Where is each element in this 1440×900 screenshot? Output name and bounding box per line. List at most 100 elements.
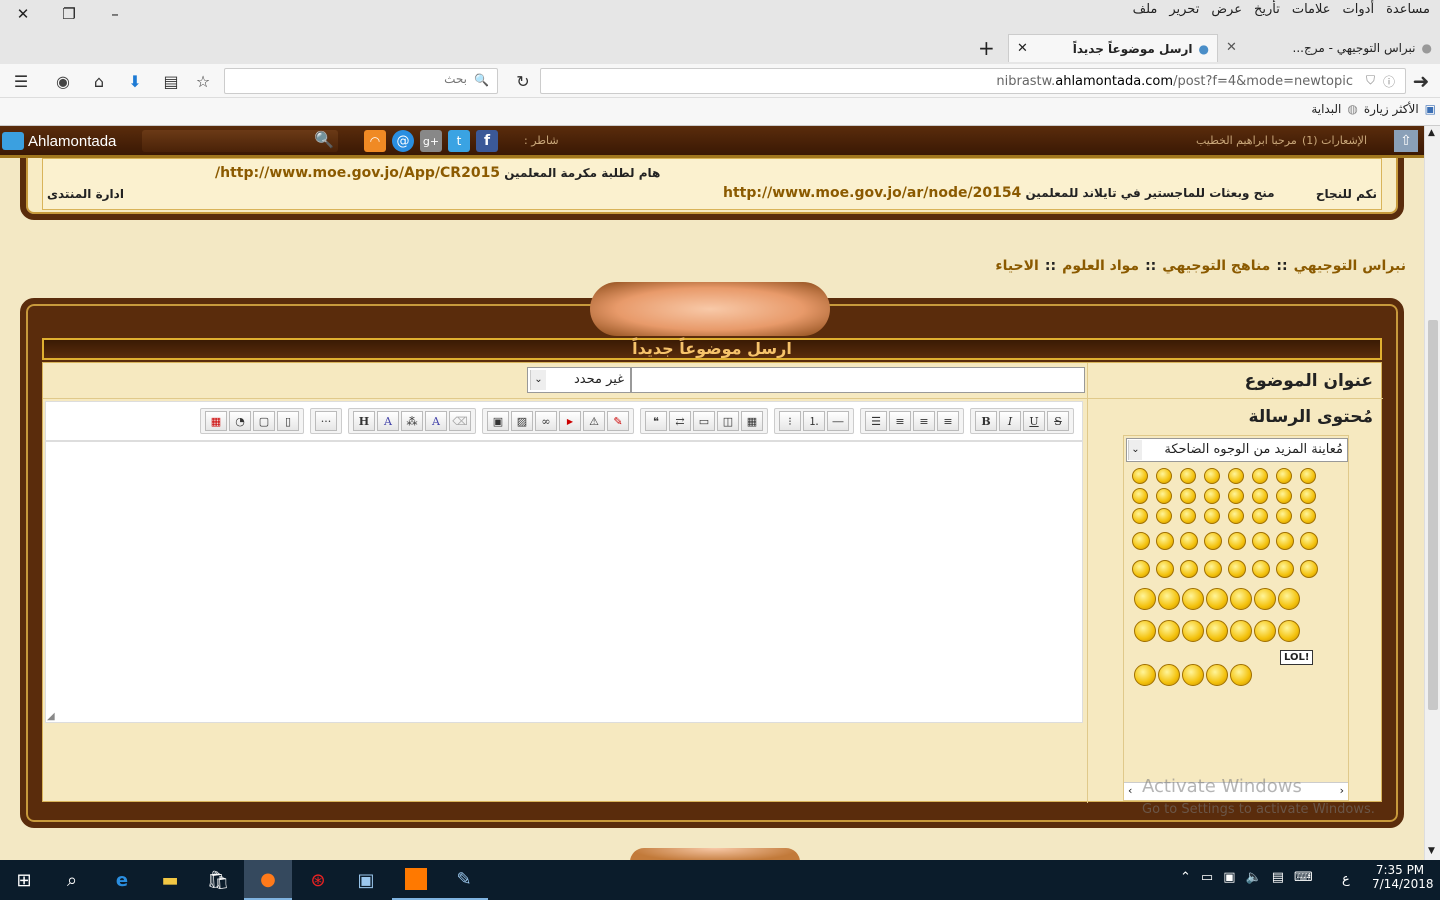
forward-icon[interactable]: ➜ bbox=[1408, 68, 1434, 94]
control-panel-icon[interactable]: ▣ bbox=[342, 860, 390, 900]
scroll-down-icon[interactable]: ▼ bbox=[1428, 846, 1435, 856]
smiley-icon[interactable] bbox=[1180, 560, 1198, 578]
font-family-icon[interactable]: A bbox=[425, 411, 447, 431]
app-red-icon[interactable]: ⊛ bbox=[294, 860, 342, 900]
close-tab-icon[interactable]: ✕ bbox=[1226, 40, 1237, 55]
smiley-icon[interactable] bbox=[1254, 588, 1276, 610]
code-icon[interactable]: ⇄ bbox=[669, 411, 691, 431]
clock[interactable]: 7:35 PM 7/14/2018 bbox=[1372, 863, 1434, 891]
google-plus-icon[interactable]: g+ bbox=[420, 130, 442, 152]
smiley-icon[interactable] bbox=[1300, 468, 1316, 484]
start-button-icon[interactable]: ⊞ bbox=[0, 860, 48, 900]
notification-center-icon[interactable]: ▤ bbox=[1272, 870, 1284, 885]
numbered-list-icon[interactable]: ⒈ bbox=[803, 411, 825, 431]
battery-icon[interactable]: ▭ bbox=[1201, 870, 1213, 885]
preview-icon[interactable]: ◔ bbox=[229, 411, 251, 431]
italic-button[interactable]: I bbox=[999, 411, 1021, 431]
smiley-icon[interactable] bbox=[1132, 532, 1150, 550]
bookmark-most-visited[interactable]: الأكثر زيارة bbox=[1364, 102, 1419, 116]
edge-icon[interactable]: e bbox=[98, 860, 146, 900]
search-box[interactable]: 🔍 bbox=[224, 68, 498, 94]
smiley-icon[interactable] bbox=[1132, 508, 1148, 524]
twitter-icon[interactable]: t bbox=[448, 130, 470, 152]
close-window-button[interactable]: ✕ bbox=[0, 0, 46, 28]
smiley-icon[interactable] bbox=[1206, 664, 1228, 686]
smiley-icon[interactable] bbox=[1180, 468, 1196, 484]
smiley-icon[interactable] bbox=[1230, 664, 1252, 686]
home-icon[interactable]: ⌂ bbox=[86, 68, 112, 94]
smiley-icon[interactable] bbox=[1254, 620, 1276, 642]
url-bar[interactable]: nibrastw.ahlamontada.com/post?f=4&mode=n… bbox=[540, 68, 1406, 94]
menu-file[interactable]: ملف bbox=[1133, 2, 1158, 24]
smiley-icon[interactable] bbox=[1228, 532, 1246, 550]
notice-link[interactable]: http://www.moe.gov.jo/ar/node/20154 bbox=[723, 185, 1021, 201]
firefox-icon[interactable]: ● bbox=[244, 860, 292, 900]
bookmark-star-icon[interactable]: ☆ bbox=[190, 68, 216, 94]
search-icon[interactable]: ⌕ bbox=[48, 860, 96, 900]
link-icon[interactable]: ∞ bbox=[535, 411, 557, 431]
smiley-icon[interactable] bbox=[1300, 508, 1316, 524]
smiley-icon[interactable] bbox=[1276, 560, 1294, 578]
horizontal-rule-icon[interactable]: ― bbox=[827, 411, 849, 431]
pocket-icon[interactable]: ◉ bbox=[50, 68, 76, 94]
smiley-icon[interactable] bbox=[1158, 588, 1180, 610]
smiley-icon[interactable] bbox=[1278, 620, 1300, 642]
orange-app-icon[interactable] bbox=[392, 860, 440, 900]
lol-sign[interactable]: LOL! bbox=[1280, 650, 1314, 665]
font-size-icon[interactable]: A bbox=[377, 411, 399, 431]
menu-icon[interactable]: ☰ bbox=[8, 68, 34, 94]
smiley-icon[interactable] bbox=[1156, 468, 1172, 484]
align-left-icon[interactable]: ≡ bbox=[937, 411, 959, 431]
smiley-icon[interactable] bbox=[1132, 488, 1148, 504]
smiley-icon[interactable] bbox=[1156, 508, 1172, 524]
prefix-select[interactable]: غير محدد ⌄ bbox=[527, 367, 631, 393]
align-right-icon[interactable]: ≡ bbox=[889, 411, 911, 431]
menu-bookmarks[interactable]: علامات bbox=[1292, 2, 1331, 24]
breadcrumb-science[interactable]: مواد العلوم bbox=[1062, 258, 1139, 274]
heading-icon[interactable]: H bbox=[353, 411, 375, 431]
smiley-icon[interactable] bbox=[1182, 588, 1204, 610]
smiley-icon[interactable] bbox=[1252, 508, 1268, 524]
subject-input[interactable] bbox=[631, 367, 1085, 393]
smiley-icon[interactable] bbox=[1228, 468, 1244, 484]
smiley-icon[interactable] bbox=[1276, 488, 1292, 504]
smiley-icon[interactable] bbox=[1134, 588, 1156, 610]
bookmark-start[interactable]: البداية bbox=[1311, 102, 1341, 116]
rss-icon[interactable]: ◠ bbox=[364, 130, 386, 152]
calendar-icon[interactable]: ▦ bbox=[205, 411, 227, 431]
smiley-icon[interactable] bbox=[1228, 488, 1244, 504]
underline-button[interactable]: U bbox=[1023, 411, 1045, 431]
hide-icon[interactable]: ◫ bbox=[717, 411, 739, 431]
smiley-icon[interactable] bbox=[1180, 488, 1196, 504]
more-icon[interactable]: ··· bbox=[315, 411, 337, 431]
smiley-icon[interactable] bbox=[1204, 508, 1220, 524]
new-tab-button[interactable]: + bbox=[978, 36, 995, 60]
smiley-icon[interactable] bbox=[1252, 532, 1270, 550]
bullet-list-icon[interactable]: ⁝ bbox=[779, 411, 801, 431]
minimize-window-button[interactable]: – bbox=[92, 0, 138, 28]
smiley-icon[interactable] bbox=[1276, 532, 1294, 550]
restore-window-button[interactable]: ❐ bbox=[46, 0, 92, 28]
breadcrumb-curricula[interactable]: مناهج التوجيهي bbox=[1162, 258, 1270, 274]
smiley-icon[interactable] bbox=[1230, 588, 1252, 610]
menu-edit[interactable]: تحرير bbox=[1169, 2, 1199, 24]
smiley-icon[interactable] bbox=[1206, 588, 1228, 610]
smiley-icon[interactable] bbox=[1158, 620, 1180, 642]
store-icon[interactable]: 🛍 bbox=[194, 860, 242, 900]
flash-icon[interactable]: ⚠ bbox=[583, 411, 605, 431]
reload-icon[interactable]: ↻ bbox=[510, 68, 536, 94]
smiley-icon[interactable] bbox=[1206, 620, 1228, 642]
menu-tools[interactable]: أدوات bbox=[1343, 2, 1375, 24]
align-center-icon[interactable]: ≡ bbox=[913, 411, 935, 431]
color-icon[interactable]: ✎ bbox=[607, 411, 629, 431]
smiley-icon[interactable] bbox=[1182, 620, 1204, 642]
bold-button[interactable]: B bbox=[975, 411, 997, 431]
smiley-icon[interactable] bbox=[1132, 560, 1150, 578]
breadcrumb-home[interactable]: نبراس التوجيهي bbox=[1294, 258, 1406, 274]
smiley-icon[interactable] bbox=[1180, 532, 1198, 550]
facebook-icon[interactable]: f bbox=[476, 130, 498, 152]
smiley-icon[interactable] bbox=[1156, 532, 1174, 550]
download-icon[interactable]: ⬇ bbox=[122, 68, 148, 94]
email-icon[interactable]: @ bbox=[392, 130, 414, 152]
welcome-user[interactable]: مرحبا ابراهيم الخطيب bbox=[1196, 134, 1297, 147]
